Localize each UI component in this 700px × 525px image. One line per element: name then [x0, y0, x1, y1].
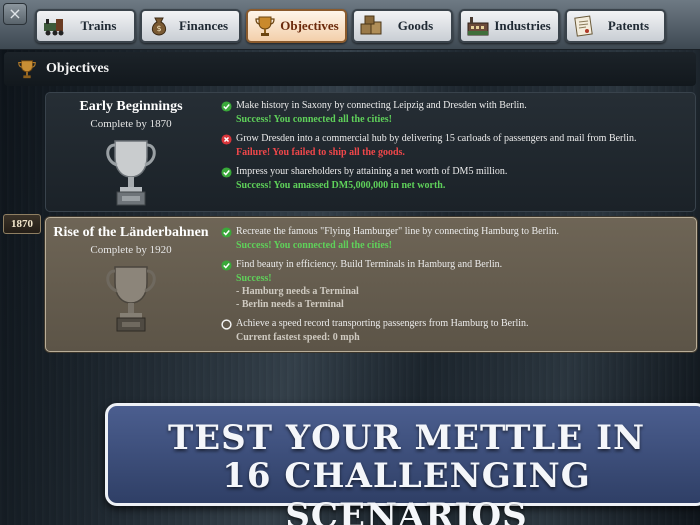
promo-banner: TEST YOUR METTLE IN 16 CHALLENGING SCENA…	[105, 403, 700, 525]
crates-icon	[360, 15, 382, 35]
tab-label: Objectives	[280, 18, 339, 33]
objective-status: Current fastest speed: 0 mph	[236, 332, 360, 343]
scenario-title: Rise of the Länderbahnen	[53, 225, 209, 240]
tab-label: Goods	[397, 18, 434, 33]
pending-circle-icon	[221, 319, 232, 330]
success-check-icon	[221, 260, 232, 271]
trophy-icon	[18, 60, 36, 79]
close-button[interactable]: ×	[3, 3, 27, 25]
trophy-icon	[255, 16, 275, 36]
tab-finances[interactable]: $ Finances	[140, 9, 241, 43]
objective-substatus: - Hamburg needs a Terminal	[236, 286, 359, 297]
success-check-icon	[221, 227, 232, 238]
money-bag-icon: $	[151, 17, 167, 36]
tab-label: Industries	[494, 18, 551, 33]
patent-document-icon	[574, 15, 593, 37]
objective-text: Grow Dresden into a commercial hub by de…	[236, 133, 637, 144]
tab-goods[interactable]: Goods	[352, 9, 453, 43]
scenario-deadline: Complete by 1870	[90, 118, 172, 130]
objective-text: Recreate the famous "Flying Hamburger" l…	[236, 226, 559, 237]
objective-status: Success!	[236, 273, 272, 284]
objective-text: Impress your shareholders by attaining a…	[236, 166, 508, 177]
objective-text: Achieve a speed record transporting pass…	[236, 318, 529, 329]
success-check-icon	[221, 167, 232, 178]
tab-trains[interactable]: Trains	[35, 9, 136, 43]
scenario-card-early-beginnings[interactable]: Early Beginnings Complete by 1870 Make h…	[45, 92, 696, 212]
failure-x-icon	[221, 134, 232, 145]
close-icon: ×	[8, 4, 22, 23]
tab-label: Trains	[80, 18, 117, 33]
factory-icon	[467, 17, 489, 36]
top-nav-bar: × Trains $ Finances Objectives Goods Ind…	[0, 0, 700, 50]
year-marker: 1870	[3, 214, 41, 234]
objective-status: Success! You connected all the cities!	[236, 240, 392, 251]
tab-label: Finances	[178, 18, 229, 33]
objective-substatus: - Berlin needs a Terminal	[236, 299, 344, 310]
banner-line-2: 16 CHALLENGING SCENARIOS	[222, 456, 591, 525]
tab-industries[interactable]: Industries	[459, 9, 560, 43]
grey-trophy-icon	[106, 266, 156, 332]
locomotive-icon	[44, 19, 64, 36]
success-check-icon	[221, 101, 232, 112]
banner-line-1: TEST YOUR METTLE IN	[167, 418, 646, 458]
scenario-title: Early Beginnings	[79, 99, 183, 114]
svg-text:$: $	[156, 24, 161, 33]
objective-status: Success! You amassed DM5,000,000 in net …	[236, 180, 446, 191]
page-title: Objectives	[46, 61, 109, 76]
objective-status: Failure! You failed to ship all the good…	[236, 147, 405, 158]
objective-status: Success! You connected all the cities!	[236, 114, 392, 125]
objective-text: Make history in Saxony by connecting Lei…	[236, 100, 527, 111]
scenario-deadline: Complete by 1920	[90, 244, 172, 256]
tab-patents[interactable]: Patents	[565, 9, 666, 43]
objective-text: Find beauty in efficiency. Build Termina…	[236, 259, 503, 270]
tab-label: Patents	[607, 18, 650, 33]
tab-objectives[interactable]: Objectives	[246, 9, 347, 43]
silver-trophy-icon	[106, 140, 156, 206]
scenario-card-rise-of-the-laenderbahnen[interactable]: Rise of the Länderbahnen Complete by 192…	[45, 217, 697, 352]
section-header: Objectives	[4, 52, 696, 86]
